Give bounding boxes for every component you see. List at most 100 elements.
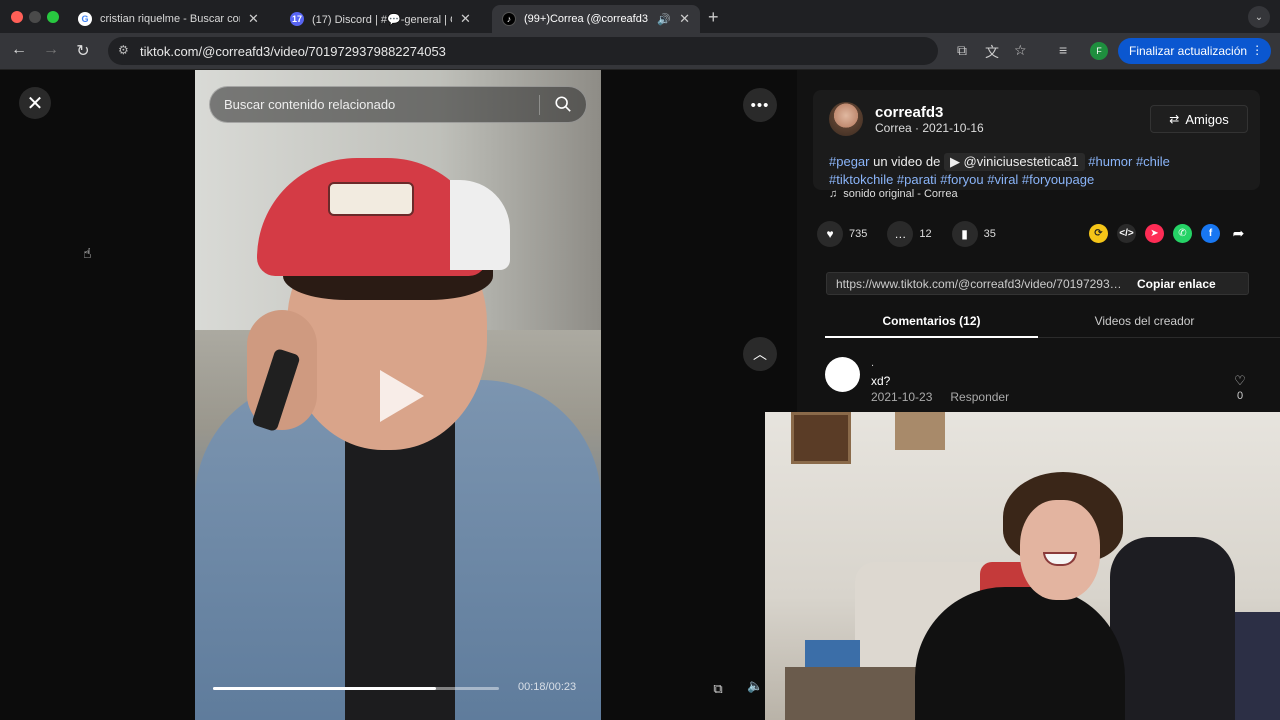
comment-stat[interactable]: … 12	[887, 221, 932, 247]
picture-in-picture-icon[interactable]: ⧉	[707, 678, 729, 700]
webcam-overlay	[765, 412, 1280, 720]
play-icon[interactable]	[380, 370, 424, 422]
creator-avatar[interactable]	[829, 102, 863, 136]
mention-link[interactable]: ▶ @viniciusestetica81	[943, 153, 1085, 171]
comment-like[interactable]: ♡ 0	[1228, 373, 1252, 402]
copy-link-button[interactable]: Copiar enlace	[1137, 277, 1216, 291]
facebook-icon[interactable]: f	[1201, 224, 1220, 243]
engagement-stats: ♥ 735 … 12 ▮ 35	[817, 221, 1016, 247]
description-text: un video de	[869, 154, 944, 169]
reply-button[interactable]: Responder	[950, 390, 1009, 404]
sound-link[interactable]: ♫ sonido original - Correa	[829, 188, 958, 200]
browser-tab-discord[interactable]: 17 (17) Discord | #💬-general | G ✕	[280, 5, 490, 33]
tab-close-icon[interactable]: ✕	[460, 11, 471, 27]
browser-tab-google[interactable]: G cristian riquelme - Buscar con Google …	[68, 5, 278, 33]
tab-title: (17) Discord | #💬-general | G	[312, 13, 452, 26]
close-icon[interactable]: ✕	[19, 87, 51, 119]
hashtag-links[interactable]: #humor #chile	[1085, 154, 1170, 169]
hashtag-link[interactable]: #pegar	[829, 154, 869, 169]
video-progress-bar[interactable]	[213, 687, 499, 690]
bookmark-star-icon[interactable]: ☆	[1014, 42, 1027, 59]
comment-count: 12	[919, 228, 932, 240]
webcam-person-face	[1020, 500, 1100, 600]
minimize-window-button[interactable]	[29, 11, 41, 23]
comment-text: xd?	[871, 374, 891, 388]
tab-comments[interactable]: Comentarios (12)	[825, 314, 1038, 328]
more-options-icon[interactable]: •••	[743, 88, 777, 122]
tiktok-icon: ♪	[502, 12, 516, 26]
webcam-poster	[895, 412, 945, 450]
more-vertical-icon[interactable]: ⋮	[1251, 43, 1263, 57]
back-arrow-icon[interactable]: ←	[8, 41, 30, 59]
whatsapp-icon[interactable]: ✆	[1173, 224, 1192, 243]
tab-title: (99+)Correa (@correafd3	[524, 13, 648, 25]
sound-label: sonido original - Correa	[843, 188, 958, 200]
comment-like-count: 0	[1236, 390, 1244, 402]
related-search-input[interactable]: Buscar contenido relacionado	[209, 86, 587, 123]
forward-arrow-icon[interactable]: →	[40, 41, 62, 59]
heart-outline-icon[interactable]: ♡	[1234, 373, 1246, 388]
maximize-window-button[interactable]	[47, 11, 59, 23]
swap-arrows-icon: ⇄	[1169, 112, 1180, 126]
commenter-name[interactable]: .	[871, 357, 874, 369]
creator-card: correafd3 Correa · 2021-10-16 ⇄ Amigos #…	[813, 90, 1260, 200]
like-count: 735	[849, 228, 868, 240]
friends-button[interactable]: ⇄ Amigos	[1150, 105, 1248, 133]
friends-label: Amigos	[1185, 111, 1229, 127]
video-progress-fill	[213, 687, 437, 690]
comment-bubble-icon[interactable]: …	[887, 221, 914, 247]
save-stat[interactable]: ▮ 35	[951, 221, 996, 247]
tab-title: cristian riquelme - Buscar con Google	[100, 13, 240, 25]
music-note-icon: ♫	[829, 188, 838, 200]
chevron-up-icon[interactable]: ︿	[743, 337, 777, 371]
install-app-icon[interactable]: ⧉	[957, 42, 967, 59]
embed-code-icon[interactable]: </>	[1117, 224, 1136, 243]
bookmark-icon[interactable]: ▮	[951, 221, 978, 247]
save-count: 35	[983, 228, 996, 240]
update-label: Finalizar actualización	[1129, 44, 1248, 58]
tab-search-chevron-icon[interactable]: ⌄	[1248, 6, 1270, 28]
panel-tabs: Comentarios (12) Videos del creador	[825, 310, 1280, 338]
webcam-picture-frame	[791, 412, 851, 464]
speaker-icon[interactable]: 🔊	[657, 13, 671, 26]
creator-subline: Correa · 2021-10-16	[875, 121, 984, 135]
search-icon[interactable]	[554, 95, 572, 113]
close-window-button[interactable]	[11, 11, 23, 23]
reload-icon[interactable]: ↻	[72, 41, 94, 61]
tab-close-icon[interactable]: ✕	[248, 11, 259, 27]
like-stat[interactable]: ♥ 735	[817, 221, 867, 247]
address-bar[interactable]: ⚙ tiktok.com/@correafd3/video/7019729379…	[108, 37, 938, 65]
media-control-icon[interactable]: ≡	[1059, 42, 1067, 58]
video-player[interactable]: Buscar contenido relacionado 00:18/00:23	[195, 70, 601, 720]
hashtag-links-line2[interactable]: #tiktokchile #parati #foryou #viral #for…	[829, 172, 1094, 187]
heart-icon[interactable]: ♥	[817, 221, 843, 247]
share-link-text[interactable]: https://www.tiktok.com/@correafd3/video/…	[827, 277, 1125, 291]
webcam-gaming-chair	[1110, 537, 1235, 720]
mouse-cursor-icon: ☝	[83, 245, 92, 261]
tab-creator-videos[interactable]: Videos del creador	[1038, 314, 1251, 328]
browser-tab-tiktok[interactable]: ♪ (99+)Correa (@correafd3 🔊 ✕	[492, 5, 700, 33]
repost-icon[interactable]: ⟳	[1089, 224, 1108, 243]
share-link-box: https://www.tiktok.com/@correafd3/video/…	[826, 272, 1249, 295]
site-info-icon[interactable]: ⚙	[118, 43, 129, 57]
translate-icon[interactable]: 文	[985, 42, 999, 62]
comment-item: . xd? 2021-10-23 Responder ♡ 0	[825, 353, 1246, 413]
commenter-avatar[interactable]	[825, 357, 860, 392]
creator-username[interactable]: correafd3	[875, 104, 943, 121]
tab-close-icon[interactable]: ✕	[679, 11, 690, 27]
new-tab-button[interactable]: +	[708, 7, 719, 28]
active-tab-indicator	[825, 336, 1038, 338]
profile-avatar[interactable]: F	[1090, 42, 1108, 60]
browser-tab-bar: G cristian riquelme - Buscar con Google …	[0, 0, 1280, 33]
url-text: tiktok.com/@correafd3/video/701972937988…	[140, 43, 446, 59]
video-cap-patch	[328, 182, 414, 216]
share-buttons: ⟳ </> ➤ ✆ f ➦	[1089, 224, 1257, 243]
google-icon: G	[78, 12, 92, 26]
search-divider	[539, 95, 540, 115]
comment-date: 2021-10-23	[871, 390, 933, 404]
send-to-friends-icon[interactable]: ➤	[1145, 224, 1164, 243]
update-button[interactable]: Finalizar actualización ⋮	[1118, 38, 1272, 64]
share-arrow-icon[interactable]: ➦	[1229, 224, 1248, 243]
video-area: ✕ Buscar contenido relacionado 00:18/00:…	[0, 70, 797, 720]
webcam-person-body	[915, 587, 1125, 720]
